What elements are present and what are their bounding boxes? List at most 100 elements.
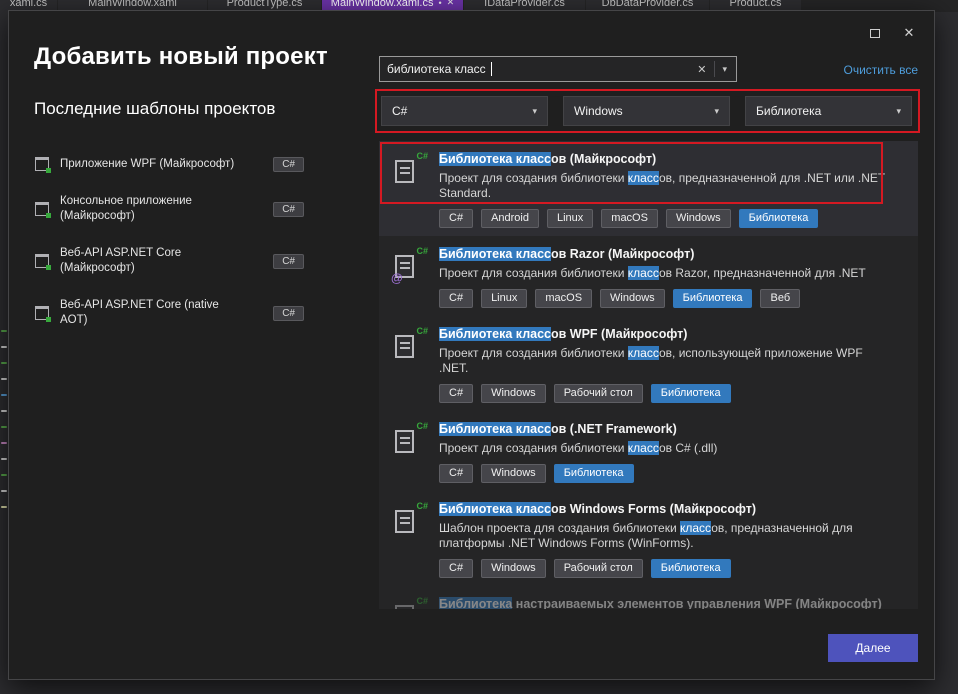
text-caret	[491, 62, 492, 76]
text-segment: ов Windows Forms (Майкрософт)	[551, 502, 756, 516]
template-result-body: Библиотека классов WPF (Майкрософт) Проек…	[439, 326, 906, 403]
template-result-item[interactable]: C#Библиотека классов (Майкрософт)Проект …	[379, 141, 918, 236]
result-tag[interactable]: C#	[439, 384, 473, 403]
recent-template-label: Веб-API ASP.NET Core (Майкрософт)	[60, 246, 248, 276]
template-tags: C# Windows Рабочий стол Библиотека	[439, 559, 906, 578]
text-segment: Проект для создания библиотеки	[439, 171, 628, 185]
result-tag[interactable]: Рабочий стол	[554, 559, 643, 578]
template-description: Шаблон проекта для создания библиотеки к…	[439, 521, 894, 551]
result-tag[interactable]: macOS	[535, 289, 592, 308]
pin-icon[interactable]: •	[439, 0, 442, 8]
search-input[interactable]: библиотека класс ✕ ▾	[379, 56, 737, 82]
text-segment: Проект для создания библиотеки	[439, 441, 628, 455]
winforms-class-library-icon: C#	[393, 503, 427, 537]
template-description: Проект для создания библиотеки классов, …	[439, 171, 894, 201]
text-segment: ов C# (.dll)	[659, 441, 717, 455]
text-segment: Библиотека	[439, 597, 512, 609]
result-tag[interactable]: Windows	[481, 384, 546, 403]
recent-template-item[interactable]: Консольное приложение (Майкрософт)C#	[34, 194, 304, 224]
result-tag[interactable]: Windows	[600, 289, 665, 308]
maximize-button[interactable]	[860, 21, 890, 45]
next-button[interactable]: Далее	[828, 634, 918, 662]
result-tag[interactable]: C#	[439, 464, 473, 483]
template-description: Проект для создания библиотеки классов C…	[439, 441, 894, 456]
result-tag[interactable]: Библиотека	[673, 289, 753, 308]
recent-template-item[interactable]: Приложение WPF (Майкрософт)C#	[34, 156, 304, 172]
code-fragment	[1, 506, 7, 508]
background-editor-code	[0, 330, 8, 540]
recent-template-item[interactable]: Веб-API ASP.NET Core (Майкрософт)C#	[34, 246, 304, 276]
clear-all-link[interactable]: Очистить все	[844, 63, 918, 77]
template-title: Библиотека классов Windows Forms (Майкро…	[439, 501, 906, 517]
result-tag[interactable]: Windows	[481, 464, 546, 483]
search-text: библиотека класс	[387, 62, 486, 76]
code-fragment	[1, 362, 7, 364]
search-dropdown-icon[interactable]: ▾	[720, 64, 729, 75]
web-api-aot-icon	[34, 305, 50, 321]
template-result-item[interactable]: C# Библиотека классов (.NET Framework) Про…	[379, 411, 918, 491]
template-result-item[interactable]: C# Библиотека классов Windows Forms (Майк…	[379, 491, 918, 586]
platform-filter[interactable]: Windows▾	[563, 96, 730, 126]
result-tag[interactable]: macOS	[601, 209, 658, 228]
class-library-icon: C#	[393, 153, 427, 187]
result-tag[interactable]: Веб	[760, 289, 800, 308]
code-fragment	[1, 394, 7, 396]
text-segment: настраиваемых элементов управления WPF (…	[512, 597, 882, 609]
result-tag[interactable]: Windows	[481, 559, 546, 578]
search-divider	[714, 61, 715, 77]
template-result-item[interactable]: C# Библиотека настраиваемых элементов упр…	[379, 586, 918, 609]
template-results-list[interactable]: C#Библиотека классов (Майкрософт)Проект …	[379, 141, 918, 609]
result-tag[interactable]: Android	[481, 209, 539, 228]
text-segment: Библиотека класс	[439, 502, 551, 516]
close-button[interactable]: ✕	[894, 21, 924, 45]
result-tag[interactable]: Библиотека	[651, 559, 731, 578]
result-tag[interactable]: Windows	[666, 209, 731, 228]
template-tags: C# Windows Библиотека	[439, 464, 906, 483]
filter-value: C#	[392, 104, 407, 118]
recent-templates-heading: Последние шаблоны проектов	[34, 99, 275, 119]
template-description: Проект для создания библиотеки классов, …	[439, 346, 894, 376]
project-type-filter[interactable]: Библиотека▾	[745, 96, 912, 126]
close-tab-icon[interactable]: ✕	[447, 0, 455, 8]
text-segment: Библиотека класс	[439, 327, 551, 341]
filter-value: Windows	[574, 104, 623, 118]
result-tag[interactable]: Библиотека	[554, 464, 634, 483]
result-tag[interactable]: Linux	[481, 289, 527, 308]
wpf-class-library-icon: C#	[393, 328, 427, 362]
editor-tab-label: Product.cs	[730, 0, 782, 9]
template-result-item[interactable]: C#@ Библиотека классов Razor (Майкрософт)…	[379, 236, 918, 316]
text-segment: Библиотека класс	[439, 422, 551, 436]
template-description: Проект для создания библиотеки классов R…	[439, 266, 894, 281]
result-tag[interactable]: C#	[439, 289, 473, 308]
template-result-body: Библиотека настраиваемых элементов управ…	[439, 596, 906, 609]
code-fragment	[1, 330, 7, 332]
text-segment: ов (Майкрософт)	[551, 152, 656, 166]
result-tag[interactable]: C#	[439, 209, 473, 228]
template-result-body: Библиотека классов Windows Forms (Майкро…	[439, 501, 906, 578]
result-tag[interactable]: Библиотека	[739, 209, 819, 228]
language-badge: C#	[273, 202, 304, 217]
template-title: Библиотека классов WPF (Майкрософт)	[439, 326, 906, 342]
result-tag[interactable]: Рабочий стол	[554, 384, 643, 403]
text-segment: ов WPF (Майкрософт)	[551, 327, 687, 341]
language-badge: C#	[273, 306, 304, 321]
template-tags: C# Android Linux macOS Windows Библиотека	[439, 209, 906, 228]
wpf-custom-control-library-icon: C#	[393, 598, 427, 609]
result-tag[interactable]: Linux	[547, 209, 593, 228]
template-title: Библиотека классов Razor (Майкрософт)	[439, 246, 906, 262]
text-segment: ов (.NET Framework)	[551, 422, 677, 436]
chevron-down-icon: ▾	[896, 106, 901, 117]
result-tag[interactable]: Библиотека	[651, 384, 731, 403]
filters-row: C#▾Windows▾Библиотека▾	[381, 96, 912, 126]
result-tag[interactable]: C#	[439, 559, 473, 578]
template-title: Библиотека классов (Майкрософт)	[439, 151, 906, 167]
dialog-title: Добавить новый проект	[34, 43, 328, 71]
console-app-icon	[34, 201, 50, 217]
recent-template-item[interactable]: Веб-API ASP.NET Core (native AOT)C#	[34, 298, 304, 328]
text-segment: класс	[628, 171, 659, 185]
template-result-item[interactable]: C# Библиотека классов WPF (Майкрософт) Про…	[379, 316, 918, 411]
template-tags: C# Windows Рабочий стол Библиотека	[439, 384, 906, 403]
clear-search-icon[interactable]: ✕	[694, 63, 709, 76]
razor-class-library-icon: C#@	[393, 248, 427, 282]
language-filter[interactable]: C#▾	[381, 96, 548, 126]
